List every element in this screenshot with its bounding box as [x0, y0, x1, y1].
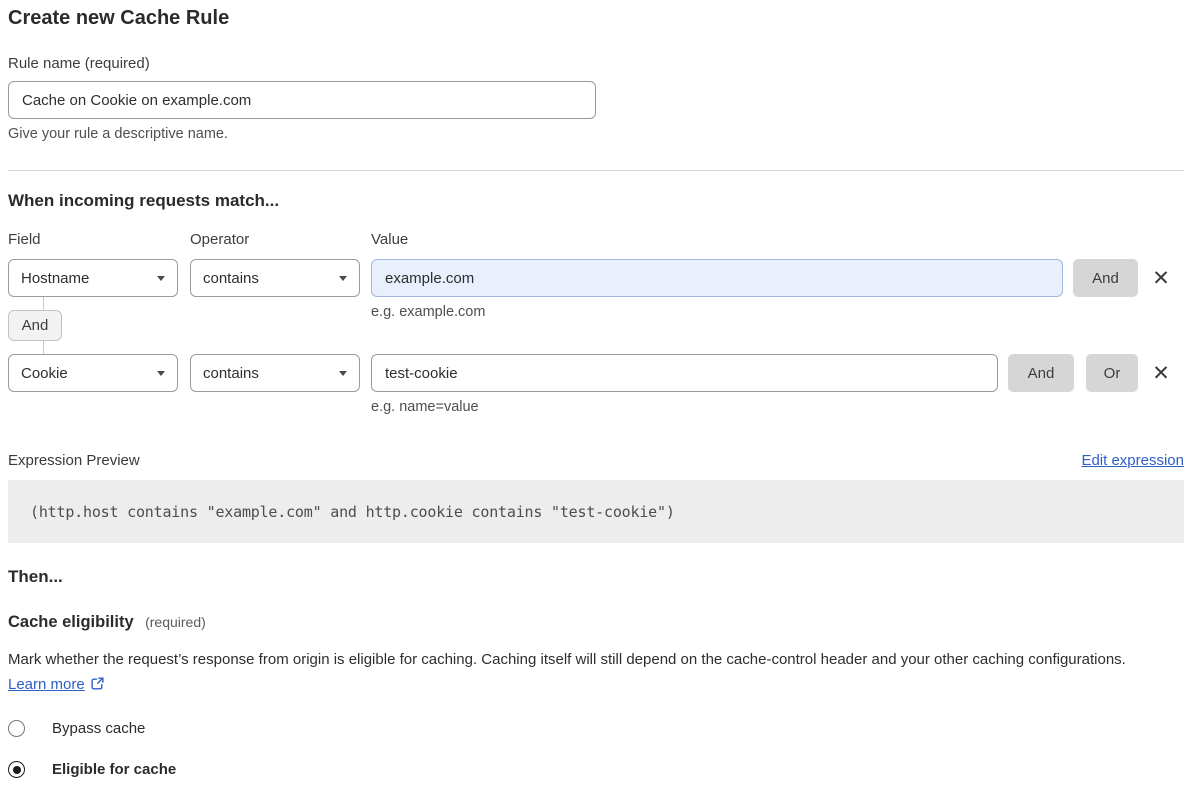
remove-condition-icon[interactable]: ✕: [1138, 354, 1184, 392]
remove-condition-icon[interactable]: ✕: [1138, 259, 1184, 297]
condition-connector-area: And e.g. example.com: [8, 297, 1184, 354]
create-cache-rule-page: Create new Cache Rule Rule name (require…: [0, 0, 1192, 798]
then-heading: Then...: [8, 568, 1184, 586]
connector-line: [43, 297, 44, 310]
page-title: Create new Cache Rule: [8, 6, 1184, 30]
value-hint: e.g. example.com: [371, 304, 485, 320]
value-input[interactable]: [371, 354, 998, 392]
cache-eligibility-description: Mark whether the request’s response from…: [8, 647, 1168, 697]
field-select-value: Cookie: [21, 365, 68, 382]
rule-name-input[interactable]: [8, 81, 596, 119]
description-text: Mark whether the request’s response from…: [8, 651, 1126, 668]
radio-option-bypass-cache[interactable]: Bypass cache: [8, 720, 1184, 737]
operator-select[interactable]: contains: [190, 259, 360, 297]
expression-header: Expression Preview Edit expression: [8, 452, 1184, 469]
value-hint: e.g. name=value: [371, 399, 1184, 416]
operator-column-label: Operator: [190, 231, 360, 248]
connector-and-button[interactable]: And: [8, 310, 62, 341]
and-button[interactable]: And: [1008, 354, 1074, 392]
condition-row: Hostname contains And ✕: [8, 259, 1184, 297]
value-input[interactable]: [371, 259, 1063, 297]
external-link-icon: [90, 676, 105, 691]
match-heading: When incoming requests match...: [8, 192, 1184, 210]
expression-code-block: (http.host contains "example.com" and ht…: [8, 480, 1184, 543]
or-button[interactable]: Or: [1086, 354, 1138, 392]
section-divider: [8, 170, 1184, 171]
connector-stack: And: [8, 297, 62, 354]
cache-eligibility-heading: Cache eligibility (required): [8, 613, 1184, 632]
operator-select[interactable]: contains: [190, 354, 360, 392]
chevron-down-icon: [339, 371, 347, 376]
edit-expression-link[interactable]: Edit expression: [1081, 452, 1184, 469]
rule-name-help: Give your rule a descriptive name.: [8, 126, 1184, 143]
field-select[interactable]: Cookie: [8, 354, 178, 392]
learn-more-link[interactable]: Learn more: [8, 676, 85, 693]
field-select-value: Hostname: [21, 270, 89, 287]
radio-selected-icon[interactable]: [8, 761, 25, 778]
expression-preview-label: Expression Preview: [8, 452, 140, 469]
chevron-down-icon: [157, 276, 165, 281]
radio-label: Bypass cache: [52, 720, 145, 737]
condition-column-labels: Field Operator Value: [8, 231, 1184, 248]
connector-line: [43, 341, 44, 354]
condition-row: Cookie contains And Or ✕: [8, 354, 1184, 392]
chevron-down-icon: [157, 371, 165, 376]
rule-name-label: Rule name (required): [8, 55, 1184, 72]
radio-unselected-icon[interactable]: [8, 720, 25, 737]
cache-eligibility-title: Cache eligibility: [8, 613, 134, 631]
and-button[interactable]: And: [1073, 259, 1138, 297]
operator-select-value: contains: [203, 365, 259, 382]
required-note: (required): [145, 614, 206, 630]
radio-option-eligible-for-cache[interactable]: Eligible for cache: [8, 761, 1184, 778]
expression-code: (http.host contains "example.com" and ht…: [30, 503, 675, 521]
radio-label: Eligible for cache: [52, 761, 176, 778]
field-select[interactable]: Hostname: [8, 259, 178, 297]
chevron-down-icon: [339, 276, 347, 281]
value-column-label: Value: [371, 231, 408, 248]
field-column-label: Field: [8, 231, 178, 248]
operator-select-value: contains: [203, 270, 259, 287]
